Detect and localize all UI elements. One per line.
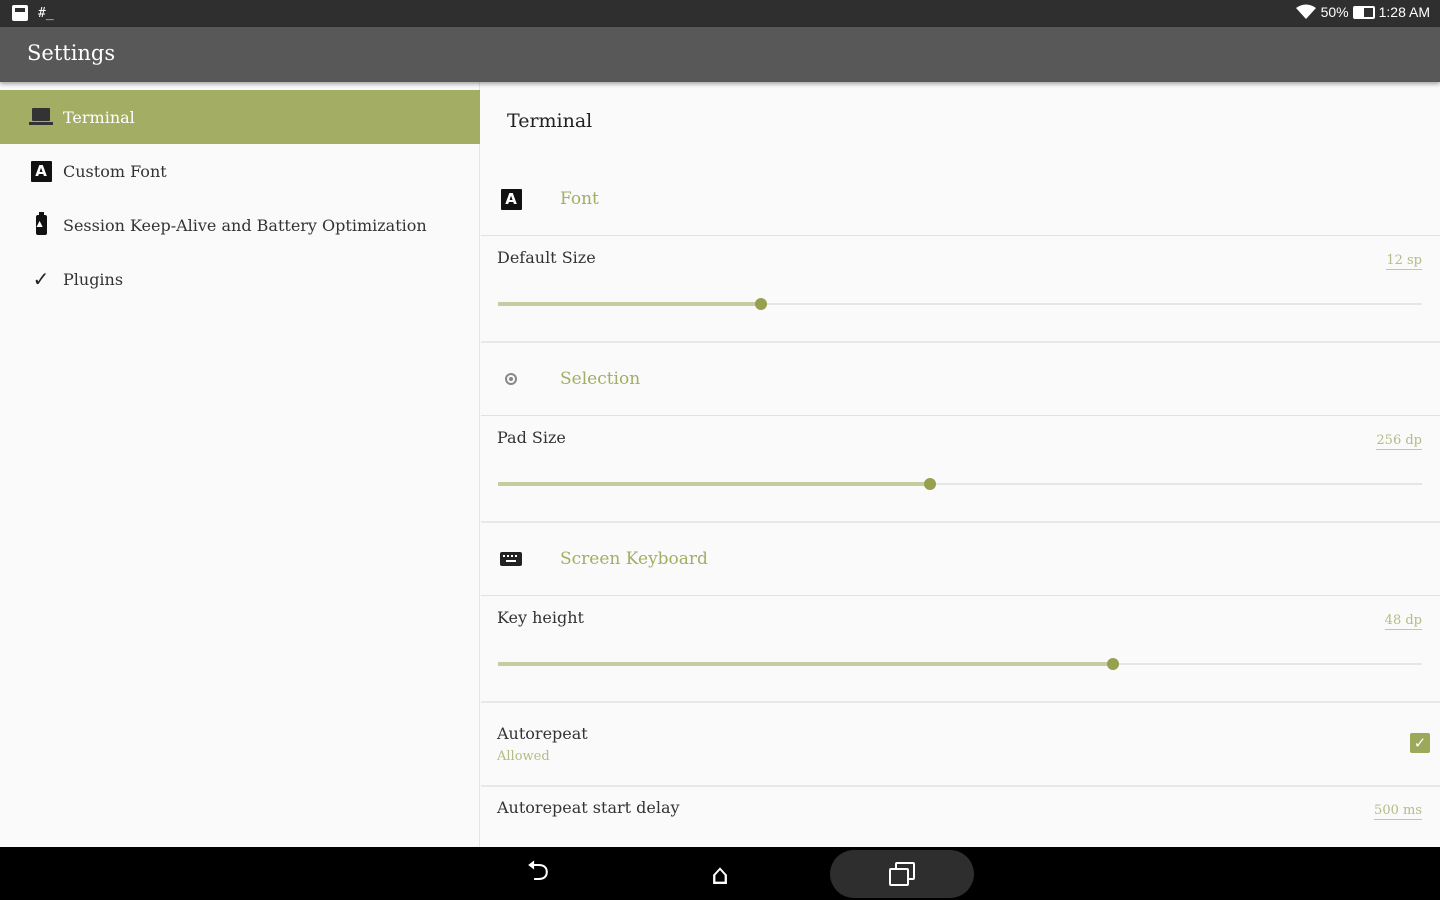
pad-size-slider[interactable]: [498, 477, 1422, 491]
pref-value: 500 ms: [1374, 803, 1422, 820]
key-height-slider[interactable]: [498, 657, 1422, 671]
pref-autorepeat-start-delay[interactable]: Autorepeat start delay 500 ms: [481, 787, 1440, 847]
pref-pad-size[interactable]: Pad Size 256 dp: [481, 416, 1440, 521]
category-font: A Font: [481, 162, 1440, 236]
nav-item-label: Custom Font: [63, 161, 167, 181]
pref-title: Autorepeat start delay: [497, 798, 680, 817]
pref-summary: Allowed: [497, 749, 550, 764]
recents-button[interactable]: [830, 850, 974, 898]
nav-item-custom-font[interactable]: A Custom Font: [0, 144, 480, 198]
pref-value: 12 sp: [1386, 253, 1422, 270]
pref-default-size[interactable]: Default Size 12 sp: [481, 236, 1440, 341]
pref-autorepeat[interactable]: Autorepeat Allowed ✓: [481, 703, 1440, 785]
nav-item-plugins[interactable]: ✓ Plugins: [0, 252, 480, 306]
pref-title: Autorepeat: [497, 724, 588, 743]
content-heading: Terminal: [507, 110, 593, 132]
slider-active-track: [498, 662, 1114, 666]
home-button[interactable]: ⌂: [648, 850, 792, 898]
font-a-icon: A: [500, 188, 522, 210]
back-icon: ⮌: [526, 854, 550, 887]
autorepeat-checkbox[interactable]: ✓: [1410, 733, 1430, 753]
page-title: Settings: [27, 41, 116, 65]
pref-value: 48 dp: [1384, 613, 1422, 630]
nav-item-terminal[interactable]: Terminal: [0, 90, 480, 144]
app-bar: Settings: [0, 27, 1440, 82]
category-title: Screen Keyboard: [560, 549, 708, 569]
gear-icon: [500, 368, 522, 390]
battery-fill: [1354, 7, 1364, 17]
wifi-icon: [1295, 4, 1316, 19]
nav-item-label: Plugins: [63, 269, 124, 289]
clock: 1:28 AM: [1378, 4, 1430, 20]
pref-title: Key height: [497, 608, 584, 627]
settings-content: Terminal A Font Default Size 12 sp Selec…: [481, 82, 1440, 847]
pref-value: 256 dp: [1376, 433, 1422, 450]
slider-active-track: [498, 482, 930, 486]
default-size-slider[interactable]: [498, 297, 1422, 311]
recents-icon: [889, 862, 915, 886]
settings-nav: Terminal A Custom Font Session Keep-Aliv…: [0, 82, 480, 847]
status-bar: #_ 50% 1:28 AM: [0, 0, 1440, 27]
category-title: Selection: [560, 369, 641, 389]
back-button[interactable]: ⮌: [466, 850, 610, 898]
battery-icon: [28, 212, 54, 237]
notification-app-icon: [12, 5, 28, 21]
status-notifications: #_: [12, 5, 54, 21]
slider-thumb[interactable]: [1107, 658, 1120, 670]
nav-item-label: Session Keep-Alive and Battery Optimizat…: [63, 215, 427, 235]
slider-thumb[interactable]: [923, 478, 936, 490]
slider-active-track: [498, 302, 762, 306]
pref-title: Pad Size: [497, 428, 566, 447]
category-title: Font: [560, 189, 599, 209]
pref-title: Default Size: [497, 248, 596, 267]
battery-icon: [1352, 5, 1375, 19]
terminal-notification-icon: #_: [38, 5, 54, 21]
battery-percent: 50%: [1320, 4, 1349, 20]
check-icon: ✓: [32, 267, 50, 291]
status-system-info: 50% 1:28 AM: [1295, 4, 1430, 20]
system-nav-bar: ⮌ ⌂: [0, 847, 1440, 900]
laptop-icon: [28, 105, 54, 129]
home-icon: ⌂: [711, 857, 729, 891]
category-selection: Selection: [481, 342, 1440, 416]
pref-key-height[interactable]: Key height 48 dp: [481, 596, 1440, 701]
nav-item-session-keep-alive[interactable]: Session Keep-Alive and Battery Optimizat…: [0, 198, 480, 252]
font-a-icon: A: [28, 159, 54, 183]
nav-item-label: Terminal: [63, 107, 135, 127]
slider-thumb[interactable]: [755, 298, 768, 310]
keyboard-icon: [500, 548, 522, 570]
category-screen-keyboard: Screen Keyboard: [481, 522, 1440, 596]
